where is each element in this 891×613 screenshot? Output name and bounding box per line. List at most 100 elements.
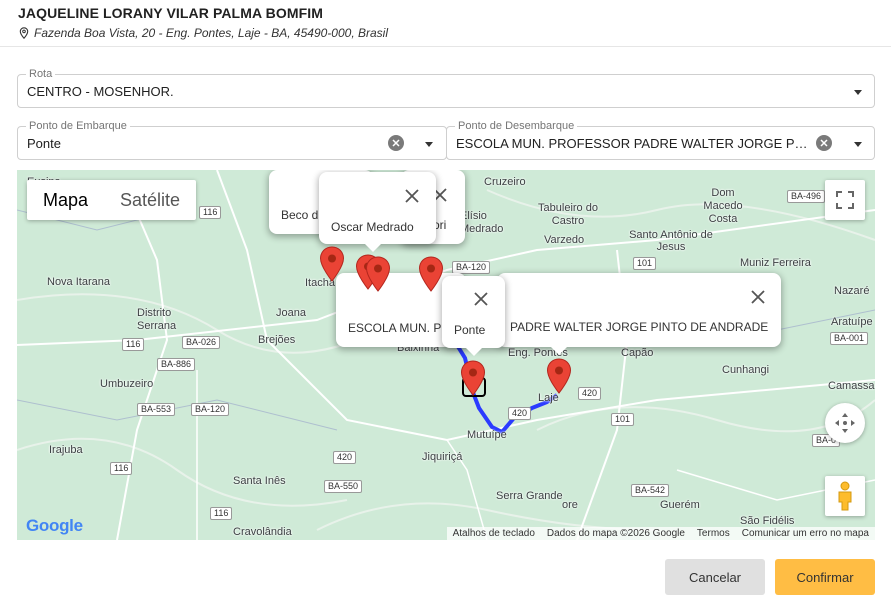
info-window-text: ESCOLA MUN. P	[348, 321, 442, 335]
place-elisio-medrado: Elísio Medrado	[460, 210, 504, 235]
place-capao: Capão	[621, 347, 654, 359]
place-nazare: Nazaré	[834, 285, 870, 297]
map[interactable]: Eusina Nova Itarana Distrito Serrana Joa…	[17, 170, 875, 540]
address-text: Fazenda Boa Vista, 20 - Eng. Pontes, Laj…	[34, 26, 388, 40]
road-badge: BA-026	[182, 336, 221, 349]
map-attribution: Atalhos de teclado Dados do mapa ©2026 G…	[446, 527, 875, 540]
place-tabuleiro-do-castro: Tabuleiro do Castro	[538, 202, 598, 227]
place-varzedo: Varzedo	[544, 234, 585, 246]
road-badge: BA-001	[830, 332, 869, 345]
address: Fazenda Boa Vista, 20 - Eng. Pontes, Laj…	[18, 26, 388, 40]
chevron-down-icon[interactable]	[854, 142, 862, 147]
route-select[interactable]: Rota CENTRO - MOSENHOR.	[17, 67, 875, 108]
info-window-text: PADRE WALTER JORGE PINTO DE ANDRADE	[510, 320, 769, 334]
road-badge: 420	[333, 451, 357, 464]
info-window-text: Ponte	[454, 323, 486, 337]
cancel-button[interactable]: Cancelar	[665, 559, 765, 595]
info-window-ponte[interactable]: Ponte	[442, 276, 505, 356]
info-window-escola-right[interactable]: PADRE WALTER JORGE PINTO DE ANDRADE	[497, 273, 781, 355]
road-badge: 116	[110, 462, 133, 475]
place-distrito-serrana: Distrito Serrana	[137, 307, 177, 332]
chevron-down-icon[interactable]	[854, 90, 862, 95]
place-sao-fidelis: São Fidélis	[740, 515, 795, 527]
dropoff-point-value: ESCOLA MUN. PROFESSOR PADRE WALTER JORGE…	[456, 136, 811, 151]
place-dore: ore	[562, 499, 578, 511]
place-dom-macedo-costa: Dom Macedo Costa	[703, 187, 743, 225]
keyboard-shortcuts-link[interactable]: Atalhos de teclado	[453, 528, 535, 539]
map-marker-icon[interactable]	[418, 256, 444, 292]
camera-control-button[interactable]	[825, 403, 865, 443]
terms-link[interactable]: Termos	[697, 528, 730, 539]
google-logo-text: Google	[26, 516, 83, 535]
owner-name: JAQUELINE LORANY VILAR PALMA BOMFIM	[18, 5, 324, 21]
report-error-link[interactable]: Comunicar um erro no mapa	[742, 528, 869, 539]
clear-icon[interactable]	[816, 135, 832, 151]
map-marker-icon[interactable]	[460, 360, 486, 396]
place-muniz-ferreira: Muniz Ferreira	[740, 257, 811, 269]
road-badge: BA-886	[157, 358, 196, 371]
place-santo-antonio-de-jesus: Santo Antônio de Jesus	[629, 229, 713, 253]
info-window-text: Oscar Medrado	[331, 220, 414, 234]
close-icon[interactable]	[751, 290, 765, 304]
place-brejoes: Brejões	[258, 334, 296, 346]
place-mutuipe: Mutuípe	[467, 429, 507, 441]
road-badge: BA-496	[787, 190, 826, 203]
place-santa-ines: Santa Inês	[233, 475, 286, 487]
clear-icon[interactable]	[388, 135, 404, 151]
road-badge: 101	[633, 257, 657, 270]
place-irajuba: Irajuba	[49, 444, 83, 456]
map-marker-icon[interactable]	[365, 256, 391, 292]
map-marker-icon[interactable]	[546, 358, 572, 394]
map-marker-icon[interactable]	[319, 246, 345, 282]
place-guerem: Guerém	[660, 499, 700, 511]
place-cravolandia: Cravolândia	[233, 526, 292, 538]
dropoff-point-select[interactable]: Ponto de Desembarque ESCOLA MUN. PROFESS…	[446, 119, 875, 160]
road-badge: 420	[578, 387, 602, 400]
road-badge: 420	[508, 407, 532, 420]
place-camassa: Camassa	[828, 380, 875, 392]
place-nova-itarana: Nova Itarana	[47, 276, 110, 288]
route-value: CENTRO - MOSENHOR.	[27, 84, 174, 99]
info-window-tail	[365, 244, 381, 252]
road-badge: BA-553	[137, 403, 176, 416]
map-type-satellite[interactable]: Satélite	[104, 180, 196, 220]
road-badge: 116	[122, 338, 145, 351]
fullscreen-icon	[836, 191, 854, 209]
road-badge: BA-542	[631, 484, 670, 497]
place-jiquirica: Jiquiriçá	[422, 451, 463, 463]
route-label: Rota	[26, 67, 56, 81]
map-type-control: Mapa Satélite	[27, 180, 197, 220]
info-window-tail	[551, 347, 567, 355]
fullscreen-button[interactable]	[825, 180, 865, 220]
google-logo: Google	[26, 516, 83, 536]
info-window-tail	[466, 348, 482, 356]
info-window-oscar-medrado[interactable]: Oscar Medrado	[319, 172, 436, 252]
boarding-point-select[interactable]: Ponto de Embarque Ponte	[17, 119, 447, 160]
map-data-text: Dados do mapa ©2026 Google	[546, 528, 685, 539]
close-icon[interactable]	[405, 189, 419, 203]
place-cruzeiro: Cruzeiro	[484, 176, 526, 188]
place-cunhangi: Cunhangi	[722, 364, 770, 376]
close-icon[interactable]	[474, 292, 488, 306]
street-view-button[interactable]	[825, 476, 865, 516]
move-arrows-icon	[835, 413, 855, 433]
road-badge: BA-120	[191, 403, 230, 416]
confirm-button[interactable]: Confirmar	[775, 559, 875, 595]
boarding-point-value: Ponte	[27, 136, 61, 151]
place-serra-grande: Serra Grande	[496, 490, 563, 502]
road-badge: BA-550	[324, 480, 363, 493]
header-divider	[0, 46, 891, 47]
chevron-down-icon[interactable]	[425, 142, 433, 147]
place-joana: Joana	[276, 307, 306, 319]
road-badge: 116	[199, 206, 222, 219]
header: JAQUELINE LORANY VILAR PALMA BOMFIM Faze…	[18, 5, 388, 40]
place-aratuipe: Aratuípe	[831, 316, 873, 328]
info-window-text: Beco d	[281, 208, 319, 222]
map-pin-icon	[19, 27, 29, 39]
road-badge: 116	[210, 507, 233, 520]
map-type-map[interactable]: Mapa	[27, 180, 104, 220]
road-badge: 101	[611, 413, 635, 426]
place-umbuzeiro: Umbuzeiro	[100, 378, 154, 390]
boarding-point-label: Ponto de Embarque	[26, 119, 130, 133]
dropoff-point-label: Ponto de Desembarque	[455, 119, 578, 133]
